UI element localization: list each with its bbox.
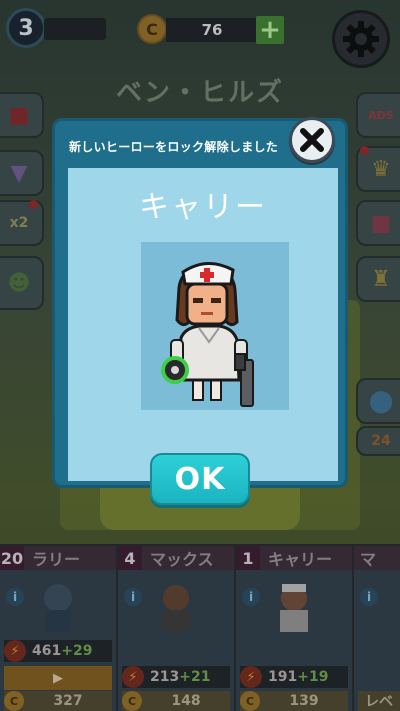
- unlock-hero-dialog: 新しいヒーローをロック解除しました キャリー: [52, 118, 348, 488]
- hero-carrie-illustration: [161, 262, 254, 407]
- close-button[interactable]: [289, 117, 335, 163]
- close-icon: [300, 128, 324, 152]
- unlocked-hero-name: キャリー: [139, 190, 267, 225]
- hero-portrait: [141, 242, 289, 410]
- hero-reveal-panel: キャリー: [68, 168, 338, 481]
- ok-button[interactable]: OK: [150, 453, 250, 505]
- dialog-title: 新しいヒーローをロック解除しました: [69, 140, 279, 154]
